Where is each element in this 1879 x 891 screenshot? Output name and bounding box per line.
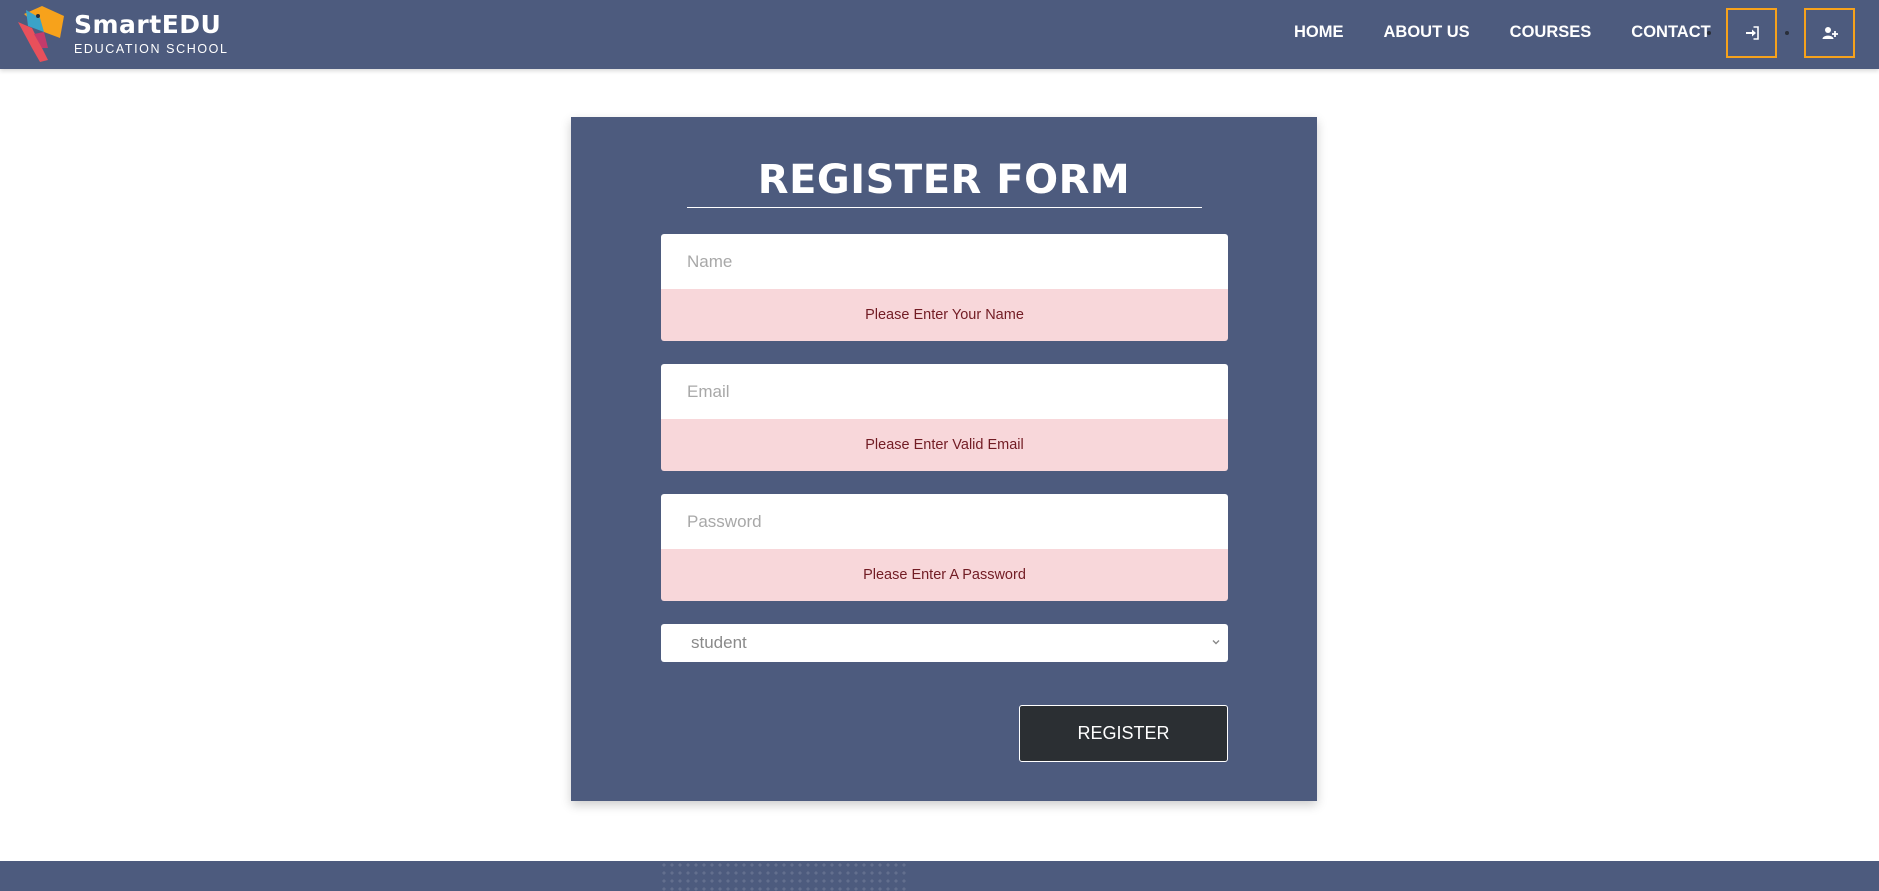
brand-logo[interactable]: SmartEDU EDUCATION SCHOOL [14, 4, 229, 64]
footer [0, 861, 1879, 891]
brand-tagline: EDUCATION SCHOOL [74, 42, 229, 56]
sign-in-icon [1745, 26, 1759, 40]
register-submit-button[interactable]: REGISTER [1019, 705, 1228, 762]
footer-dot-pattern [660, 861, 910, 891]
name-input[interactable] [661, 234, 1228, 289]
nav-separator-dot [1707, 31, 1711, 35]
logo-bird-icon [14, 4, 66, 64]
brand-name: SmartEDU [74, 10, 222, 39]
nav-home[interactable]: HOME [1294, 23, 1344, 42]
nav-courses[interactable]: COURSES [1510, 23, 1592, 42]
register-form-card: REGISTER FORM Please Enter Your Name Ple… [571, 117, 1317, 801]
email-error-message: Please Enter Valid Email [661, 419, 1228, 471]
register-nav-button[interactable] [1804, 8, 1855, 58]
user-plus-icon [1822, 27, 1838, 39]
nav-contact[interactable]: CONTACT [1631, 23, 1710, 42]
password-field-group: Please Enter A Password [661, 494, 1228, 601]
email-input[interactable] [661, 364, 1228, 419]
email-field-group: Please Enter Valid Email [661, 364, 1228, 471]
login-button[interactable] [1726, 8, 1777, 58]
form-title: REGISTER FORM [757, 157, 1131, 203]
password-error-message: Please Enter A Password [661, 549, 1228, 601]
nav-about-us[interactable]: ABOUT US [1384, 23, 1470, 42]
role-select-value: student [691, 633, 747, 652]
name-error-message: Please Enter Your Name [661, 289, 1228, 341]
main-nav: HOME ABOUT US COURSES CONTACT [1270, 0, 1751, 65]
navbar: SmartEDU EDUCATION SCHOOL HOME ABOUT US … [0, 0, 1879, 69]
name-field-group: Please Enter Your Name [661, 234, 1228, 341]
password-input[interactable] [661, 494, 1228, 549]
chevron-down-icon [1212, 640, 1220, 645]
role-select[interactable]: student [661, 624, 1228, 662]
title-underline [687, 207, 1202, 208]
nav-separator-dot [1785, 31, 1789, 35]
